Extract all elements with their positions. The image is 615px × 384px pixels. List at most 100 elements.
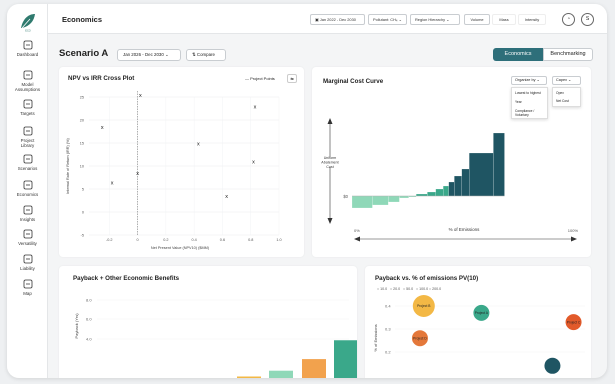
- sidebar-item-model[interactable]: Model Assumptions: [7, 70, 48, 92]
- sidebar-item-scenarios[interactable]: Scenarios: [7, 154, 48, 171]
- payback-card: Payback + Other Economic Benefits 8.0 6.0…: [59, 266, 357, 378]
- chevron-down-icon: ⌄: [165, 52, 169, 57]
- bubble-legend-item: ○ 10.0: [377, 287, 387, 291]
- sidebar-item-label: Assumptions: [14, 87, 41, 92]
- x-tick-label: 1.0: [276, 238, 281, 242]
- mcc-bar[interactable]: [399, 195, 409, 199]
- y-tick-label: 5: [82, 187, 84, 191]
- mcc-bar[interactable]: [351, 195, 373, 209]
- pollutant-select[interactable]: Pollutant: CH₄ ⌄: [368, 14, 407, 25]
- sidebar-item-targets[interactable]: Targets: [7, 99, 48, 116]
- mcc-bar[interactable]: [493, 132, 505, 197]
- mcc-bar[interactable]: [372, 195, 389, 206]
- y-tick-label: 0.4: [385, 304, 391, 309]
- intensity-label: Intensity: [524, 17, 540, 22]
- y-tick-label: 0.2: [385, 350, 391, 355]
- mcc-bar[interactable]: [435, 188, 444, 197]
- avatar[interactable]: S: [581, 13, 594, 26]
- region-select[interactable]: Region Hierarchy ⌄: [410, 14, 460, 25]
- npv-irr-plot: 25 20 15 10 5 0 -5 -0.2 0 0.2 0.4 0.6 0.8 1.0 x x x x x x x x…: [66, 91, 282, 250]
- x-tick-label: 0.6: [220, 238, 225, 242]
- payback-bar[interactable]: [269, 370, 293, 378]
- volume-toggle[interactable]: Volume: [464, 14, 490, 25]
- scatter-point[interactable]: x: [139, 93, 142, 99]
- mcc-bar[interactable]: [443, 185, 449, 197]
- sidebar-item-liability[interactable]: Liability: [7, 254, 48, 271]
- payback-bar[interactable]: [302, 359, 326, 378]
- scatter-point[interactable]: x: [197, 141, 200, 147]
- sidebar-item-insights[interactable]: Insights: [7, 205, 48, 222]
- scatter-point[interactable]: x: [111, 180, 114, 186]
- bubble-label: Project B: [417, 304, 431, 308]
- x-end-label: 100%: [568, 228, 579, 233]
- calendar-icon: ▣: [315, 17, 319, 22]
- pollutant-label: Pollutant: CH₄: [373, 17, 398, 22]
- y-axis-label: Cost: [326, 165, 333, 169]
- mcc-bar[interactable]: [469, 152, 494, 197]
- chevron-down-icon: ⌄: [446, 17, 450, 22]
- sidebar-item-dashboard[interactable]: Dashboard: [7, 40, 48, 57]
- mcc-bar[interactable]: [448, 181, 455, 197]
- region-label: Region Hierarchy: [415, 17, 446, 22]
- tab-economics[interactable]: Economics: [493, 48, 543, 61]
- y-axis-label: Internal Rate of Return (IRR) (%): [66, 138, 70, 194]
- sidebar-item-label: Insights: [19, 217, 36, 222]
- mcc-bar[interactable]: [388, 195, 400, 203]
- y-tick-label: 0: [82, 210, 84, 214]
- compare-button[interactable]: ⇅ Compare: [186, 49, 226, 61]
- date-range-picker[interactable]: ▣ Jan 2022 - Dec 2030: [310, 14, 365, 25]
- avatar-letter: S: [585, 16, 590, 22]
- x-start-label: 0%: [354, 228, 360, 233]
- payback-plot: 8.0 6.0 4.0 Payback (Yrs): [74, 298, 357, 379]
- mcc-bar[interactable]: [427, 191, 436, 197]
- arrow-right-icon: [571, 236, 577, 242]
- scatter-point[interactable]: x: [252, 160, 255, 166]
- target-icon: [23, 99, 32, 109]
- bell-icon: ◔: [566, 16, 571, 22]
- date-range-label: Jan 2022 - Dec 2030: [319, 17, 356, 22]
- intensity-toggle[interactable]: Intensity: [518, 14, 546, 25]
- marginal-cost-plot: UniformAbatementCost $0 0% 100% % of Emissio…: [321, 118, 579, 242]
- bubble-point[interactable]: [544, 357, 561, 374]
- notification-button[interactable]: ◔: [562, 13, 575, 26]
- y-tick-label: 4.0: [86, 337, 92, 342]
- mcc-bar[interactable]: [461, 168, 470, 197]
- sidebar-item-map[interactable]: Map: [7, 279, 48, 296]
- scenario-date-label: Jan 2026 - Dec 2030: [123, 52, 164, 57]
- scatter-point[interactable]: x: [254, 105, 257, 111]
- page-title: Economics: [62, 15, 103, 24]
- sidebar-item-label: Map: [23, 291, 32, 296]
- x-axis-label: Net Present Value (NPV10) ($MM): [151, 246, 210, 250]
- bubble-label: Project A: [475, 311, 489, 315]
- mcc-bar[interactable]: [454, 175, 462, 197]
- bubble-legend-item: ○ 100.0: [416, 287, 428, 291]
- tab-benchmarking[interactable]: Benchmarking: [543, 48, 593, 61]
- scatter-point[interactable]: x: [101, 125, 104, 131]
- mcc-bar[interactable]: [416, 193, 428, 197]
- bubble-legend-item: ○ 20.0: [390, 287, 400, 291]
- y-tick-label: 8.0: [86, 298, 92, 303]
- payback-bar[interactable]: [334, 340, 357, 378]
- mass-toggle[interactable]: Mass: [492, 14, 516, 25]
- pv-emissions-plot: ○ 10.0 ○ 20.0 ○ 50.0 ○ 100.0 ○ 200.0 0.4 0.3 0.…: [373, 287, 585, 374]
- payback-bar[interactable]: [237, 376, 261, 379]
- scenario-title: Scenario A: [59, 48, 109, 59]
- y-tick-label: 6.0: [86, 317, 92, 322]
- y-tick-label: 0.3: [385, 327, 391, 332]
- sidebar-item-label: Dashboard: [16, 52, 39, 57]
- sidebar-item-label: Economics: [16, 192, 39, 197]
- sidebar-item-versatility[interactable]: Versatility: [7, 229, 48, 246]
- grid-icon: [23, 40, 32, 50]
- scatter-point[interactable]: x: [225, 194, 228, 200]
- arrow-left-icon: [354, 236, 360, 242]
- map-icon: [23, 279, 32, 289]
- zero-label: $0: [343, 194, 348, 199]
- tab-economics-label: Economics: [504, 51, 532, 57]
- svg-text:ECO: ECO: [25, 30, 30, 33]
- bubble-label: Project D: [413, 336, 427, 340]
- steps-icon: [23, 229, 32, 239]
- sidebar-item-project[interactable]: Project Library: [7, 126, 48, 148]
- scatter-point[interactable]: x: [136, 171, 139, 177]
- scenario-date-select[interactable]: Jan 2026 - Dec 2030 ⌄: [117, 49, 181, 61]
- sidebar-item-economics[interactable]: Economics: [7, 180, 48, 197]
